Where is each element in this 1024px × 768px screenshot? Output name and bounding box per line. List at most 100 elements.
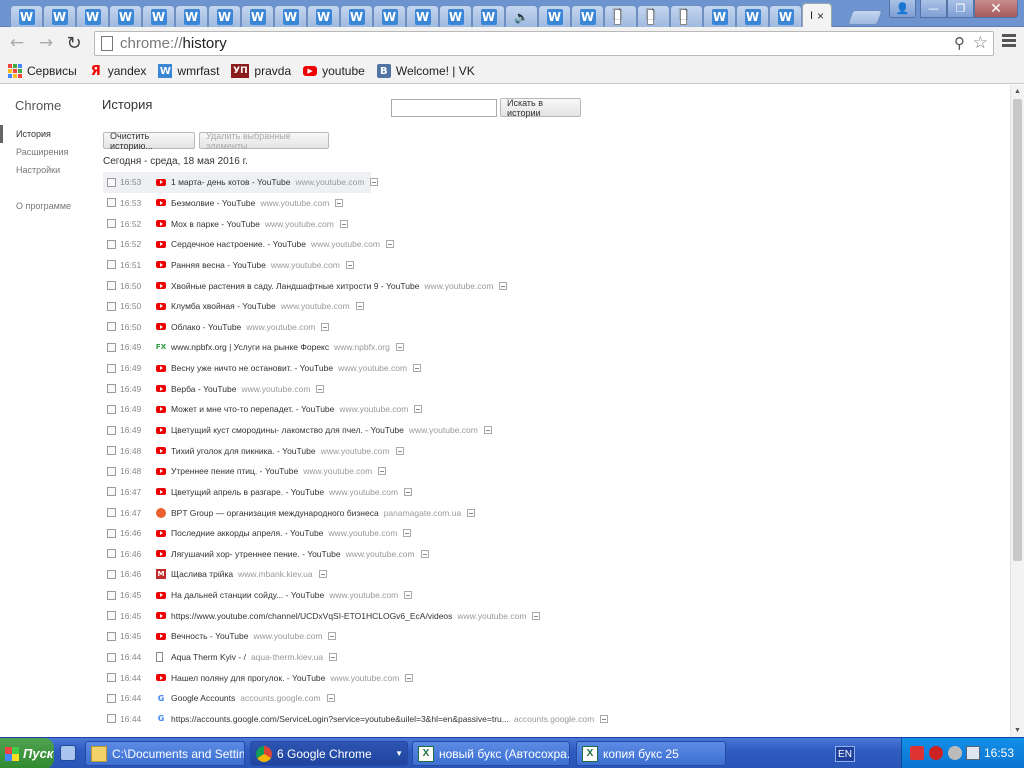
minimize-button[interactable]: — [920, 0, 947, 18]
entry-menu-icon[interactable] [404, 487, 413, 496]
bookmark-item[interactable]: Яyandex [89, 64, 147, 79]
entry-checkbox[interactable] [107, 569, 116, 579]
entry-checkbox[interactable] [107, 219, 116, 229]
bookmark-item[interactable]: Сервисы [8, 64, 77, 78]
browser-tab[interactable]: W [373, 5, 406, 27]
close-window-button[interactable]: ✕ [974, 0, 1018, 18]
history-entry[interactable]: 16:49 Может и мне что-то перепадет. - You… [103, 399, 1003, 420]
entry-checkbox[interactable] [107, 322, 116, 332]
entry-title-link[interactable]: Может и мне что-то перепадет. - YouTube [171, 404, 334, 414]
entry-title-link[interactable]: Ранняя весна - YouTube [171, 260, 266, 270]
entry-title-link[interactable]: Aqua Therm Kyiv - / [171, 652, 246, 662]
entry-title-link[interactable]: Лягушачий хор- утреннее пение. - YouTube [171, 549, 341, 559]
scroll-up-icon[interactable]: ▲ [1014, 88, 1021, 95]
zoom-icon[interactable]: ⚲ [954, 34, 965, 52]
browser-tab[interactable]: 🔈 [505, 5, 538, 27]
history-entry[interactable]: 16:44 Aqua Therm Kyiv - / aqua-therm.kiev.… [103, 647, 1003, 668]
sidebar-item-about[interactable]: О программе [0, 197, 90, 215]
browser-tab[interactable]: W [571, 5, 604, 27]
entry-title-link[interactable]: Щаслива трійка [171, 569, 233, 579]
history-entry[interactable]: 16:52 Сердечное настроение. - YouTube www.… [103, 234, 1003, 255]
taskbar-button[interactable]: 6 Google Chrome ▼ [250, 741, 408, 766]
browser-tab[interactable]: 🗋 [604, 5, 637, 27]
entry-menu-icon[interactable] [395, 446, 404, 455]
entry-title-link[interactable]: https://accounts.google.com/ServiceLogin… [171, 714, 509, 724]
history-entry[interactable]: 16:53 1 марта- день котов - YouTube www.yo… [103, 172, 379, 193]
reload-icon[interactable]: ↻ [63, 32, 85, 54]
entry-checkbox[interactable] [107, 466, 116, 476]
entry-menu-icon[interactable] [335, 198, 344, 207]
history-entry[interactable]: 16:47 BPT Group — организация международн… [103, 502, 1003, 523]
browser-tab[interactable]: 🗋 [670, 5, 703, 27]
entry-menu-icon[interactable] [370, 178, 379, 187]
history-entry[interactable]: 16:49 Верба - YouTube www.youtube.com [103, 378, 1003, 399]
bookmark-item[interactable]: Wwmrfast [158, 64, 219, 78]
bookmark-star-icon[interactable]: ☆ [973, 33, 988, 53]
forward-icon[interactable]: → [35, 32, 57, 54]
entry-title-link[interactable]: На дальней станции сойду... - YouTube [171, 590, 324, 600]
entry-title-link[interactable]: Утреннее пение птиц. - YouTube [171, 466, 298, 476]
scrollbar-thumb[interactable] [1013, 99, 1022, 561]
entry-title-link[interactable]: Тихий уголок для пикника. - YouTube [171, 446, 316, 456]
entry-menu-icon[interactable] [378, 467, 387, 476]
url-text[interactable]: chrome://history [120, 35, 227, 52]
address-bar[interactable]: chrome://history ⚲ ☆ [94, 31, 994, 56]
history-entry[interactable]: 16:46 M Щаслива трійка www.mbank.kiev.ua [103, 564, 1003, 585]
entry-menu-icon[interactable] [404, 591, 413, 600]
sidebar-item-settings[interactable]: Настройки [0, 161, 90, 179]
entry-menu-icon[interactable] [316, 384, 325, 393]
history-entry[interactable]: 16:49 FX www.npbfx.org | Услуги на рынке Ф… [103, 337, 1003, 358]
entry-title-link[interactable]: Цветущий куст смородины- лакомство для п… [171, 425, 404, 435]
history-entry[interactable]: 16:51 Ранняя весна - YouTube www.youtube.c… [103, 255, 1003, 276]
entry-menu-icon[interactable] [329, 653, 338, 662]
browser-tab[interactable]: W [241, 5, 274, 27]
entry-menu-icon[interactable] [414, 405, 423, 414]
bookmark-item[interactable]: УП pravda [231, 64, 291, 78]
history-entry[interactable]: 16:48 Тихий уголок для пикника. - YouTube… [103, 440, 1003, 461]
browser-tab[interactable]: 🗋 [637, 5, 670, 27]
browser-tab[interactable]: W [472, 5, 505, 27]
entry-checkbox[interactable] [107, 652, 116, 662]
history-entry[interactable]: 16:47 Цветущий апрель в разгаре. - YouTub… [103, 482, 1003, 503]
history-entry[interactable]: 16:49 Весну уже ничто не остановит. - You… [103, 358, 1003, 379]
page-scrollbar[interactable]: ▲ ▼ [1010, 85, 1024, 737]
entry-checkbox[interactable] [107, 631, 116, 641]
entry-title-link[interactable]: BPT Group — организация международного б… [171, 508, 379, 518]
scroll-down-icon[interactable]: ▼ [1014, 727, 1021, 734]
entry-menu-icon[interactable] [355, 302, 364, 311]
entry-checkbox[interactable] [107, 342, 116, 352]
back-icon[interactable]: ← [6, 32, 28, 54]
entry-menu-icon[interactable] [318, 570, 327, 579]
entry-title-link[interactable]: Хвойные растения в саду. Ландшафтные хит… [171, 281, 419, 291]
entry-checkbox[interactable] [107, 693, 116, 703]
entry-menu-icon[interactable] [326, 694, 335, 703]
entry-menu-icon[interactable] [483, 426, 492, 434]
history-entry[interactable]: 16:44 G Google Accounts accounts.google.com [103, 688, 1003, 709]
entry-title-link[interactable]: Сердечное настроение. - YouTube [171, 239, 306, 249]
entry-menu-icon[interactable] [321, 322, 330, 331]
history-entry[interactable]: 16:46 Последние аккорды апреля. - YouTube… [103, 523, 1003, 544]
entry-title-link[interactable]: Последние аккорды апреля. - YouTube [171, 528, 323, 538]
entry-title-link[interactable]: Мох в парке - YouTube [171, 219, 260, 229]
history-entry[interactable]: 16:53 Безмолвие - YouTube www.youtube.com [103, 193, 1003, 214]
entry-checkbox[interactable] [107, 260, 116, 270]
entry-checkbox[interactable] [107, 363, 116, 373]
history-entry[interactable]: 16:50 Облако - YouTube www.youtube.com [103, 316, 1003, 337]
entry-title-link[interactable]: Цветущий апрель в разгаре. - YouTube [171, 487, 324, 497]
entry-checkbox[interactable] [107, 384, 116, 394]
entry-checkbox[interactable] [107, 281, 116, 291]
history-entry[interactable]: 16:50 Хвойные растения в саду. Ландшафтны… [103, 275, 1003, 296]
entry-checkbox[interactable] [107, 487, 116, 497]
entry-checkbox[interactable] [107, 301, 116, 311]
entry-checkbox[interactable] [107, 528, 116, 538]
entry-menu-icon[interactable] [499, 281, 508, 290]
history-entry[interactable]: 16:45 Вечность - YouTube www.youtube.com [103, 626, 1003, 647]
display-icon[interactable] [966, 746, 980, 760]
entry-title-link[interactable]: Вечность - YouTube [171, 631, 249, 641]
history-entry[interactable]: 16:52 Мох в парке - YouTube www.youtube.co… [103, 213, 1003, 234]
antivirus-icon[interactable] [929, 746, 943, 760]
entry-menu-icon[interactable] [403, 529, 412, 538]
sidebar-item-history[interactable]: История [0, 125, 90, 143]
network-icon[interactable] [948, 746, 962, 760]
start-button[interactable]: Пуск [0, 738, 54, 768]
